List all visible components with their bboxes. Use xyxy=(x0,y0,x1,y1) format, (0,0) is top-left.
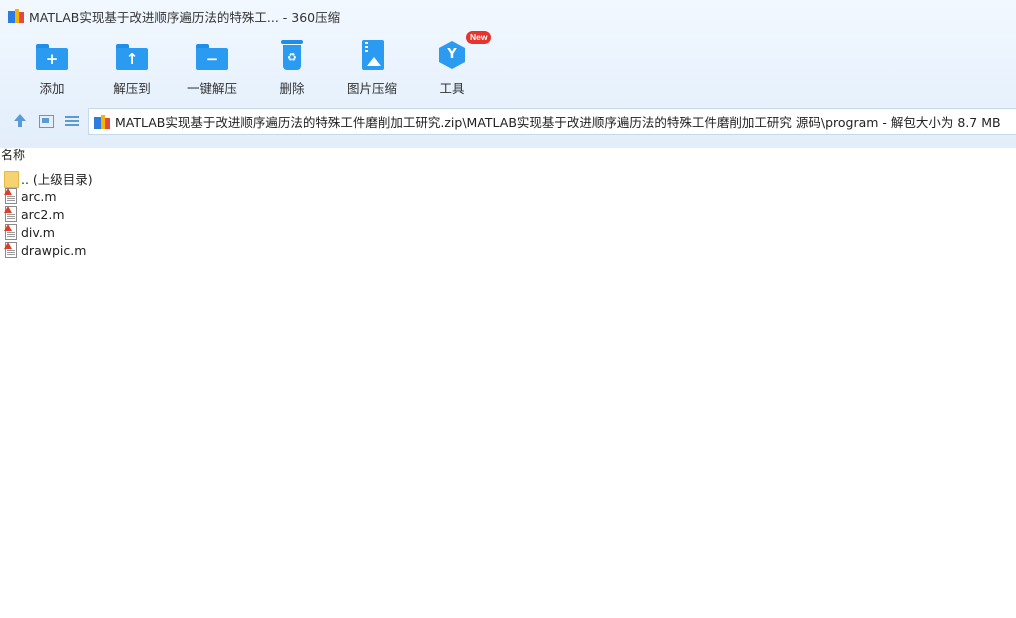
extract-to-button-label: 解压到 xyxy=(113,81,151,96)
matlab-file-icon xyxy=(4,242,18,258)
list-item[interactable]: arc2.m xyxy=(0,205,1016,223)
matlab-file-icon xyxy=(4,224,18,240)
column-header-name[interactable]: 名称 xyxy=(0,148,1016,164)
list-item-label: .. (上级目录) xyxy=(21,171,93,187)
one-click-extract-button-label: 一键解压 xyxy=(186,81,237,96)
trash-icon: ♻ xyxy=(276,40,308,70)
app-logo-icon xyxy=(8,9,24,23)
title-bar: MATLAB实现基于改进顺序遍历法的特殊工... - 360压缩 xyxy=(0,0,1016,32)
file-list: .. (上级目录) arc.m arc2.m div.m drawpic.m xyxy=(0,169,1016,259)
tools-cube-icon: Y xyxy=(436,40,468,70)
thumbnail-view-button[interactable] xyxy=(38,113,54,129)
list-item-label: arc.m xyxy=(21,188,57,204)
tools-button[interactable]: Y New 工具 xyxy=(412,31,492,98)
extract-to-button[interactable]: ↑ 解压到 xyxy=(92,38,172,98)
add-button-label: 添加 xyxy=(39,81,65,96)
list-view-button[interactable] xyxy=(64,113,80,129)
toolbar: + 添加 ↑ 解压到 − 一键解压 ♻ 删除 图片压缩 Y New 工具 xyxy=(12,31,492,98)
list-item[interactable]: arc.m xyxy=(0,187,1016,205)
list-item-label: drawpic.m xyxy=(21,242,87,258)
new-badge: New xyxy=(466,31,492,44)
up-level-button[interactable] xyxy=(12,113,28,129)
image-compress-button[interactable]: 图片压缩 xyxy=(332,38,412,98)
delete-button[interactable]: ♻ 删除 xyxy=(252,38,332,98)
one-click-extract-icon: − xyxy=(196,40,228,70)
list-item-label: div.m xyxy=(21,224,55,240)
address-bar[interactable]: MATLAB实现基于改进顺序遍历法的特殊工件磨削加工研究.zip\MATLAB实… xyxy=(88,108,1016,135)
list-item-parent[interactable]: .. (上级目录) xyxy=(0,169,1016,188)
matlab-file-icon xyxy=(4,206,18,222)
folder-icon xyxy=(4,170,19,188)
add-folder-icon: + xyxy=(36,40,68,70)
list-item[interactable]: drawpic.m xyxy=(0,241,1016,259)
list-item-label: arc2.m xyxy=(21,206,65,222)
list-item[interactable]: div.m xyxy=(0,223,1016,241)
matlab-file-icon xyxy=(4,188,18,204)
delete-button-label: 删除 xyxy=(279,81,305,96)
address-path: MATLAB实现基于改进顺序遍历法的特殊工件磨削加工研究.zip\MATLAB实… xyxy=(115,115,1001,130)
extract-to-folder-icon: ↑ xyxy=(116,40,148,70)
image-compress-button-label: 图片压缩 xyxy=(346,81,397,96)
window-title: MATLAB实现基于改进顺序遍历法的特殊工... - 360压缩 xyxy=(29,9,341,25)
one-click-extract-button[interactable]: − 一键解压 xyxy=(172,38,252,98)
archive-icon xyxy=(94,114,110,129)
tools-button-label: 工具 xyxy=(439,81,465,96)
image-compress-icon xyxy=(356,40,388,70)
add-button[interactable]: + 添加 xyxy=(12,38,92,98)
